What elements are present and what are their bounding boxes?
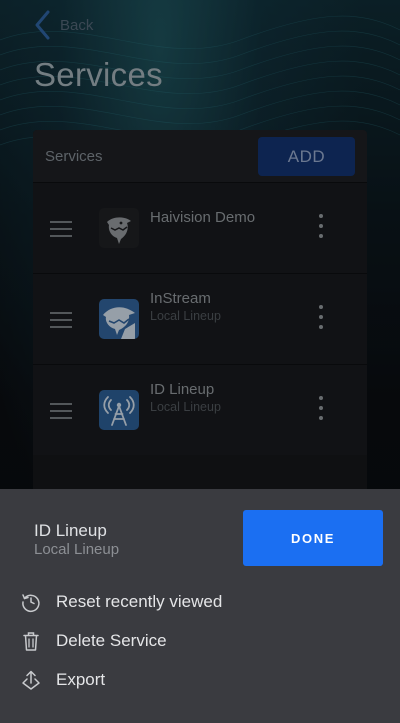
export-label: Export <box>56 670 106 689</box>
trash-icon <box>23 632 39 651</box>
export-icon <box>22 670 40 690</box>
delete-service-label: Delete Service <box>56 631 167 650</box>
reset-recently-viewed-item[interactable]: Reset recently viewed <box>20 589 222 615</box>
selected-service-name: ID Lineup <box>34 521 107 540</box>
selected-service-subtitle: Local Lineup <box>34 541 120 558</box>
done-button[interactable]: DONE <box>243 510 383 566</box>
export-item[interactable]: Export <box>20 667 105 693</box>
reset-icon <box>22 594 40 613</box>
reset-recently-viewed-label: Reset recently viewed <box>56 592 223 611</box>
delete-service-item[interactable]: Delete Service <box>20 628 167 654</box>
action-sheet: ID Lineup Local Lineup DONE Reset recent… <box>0 489 400 723</box>
